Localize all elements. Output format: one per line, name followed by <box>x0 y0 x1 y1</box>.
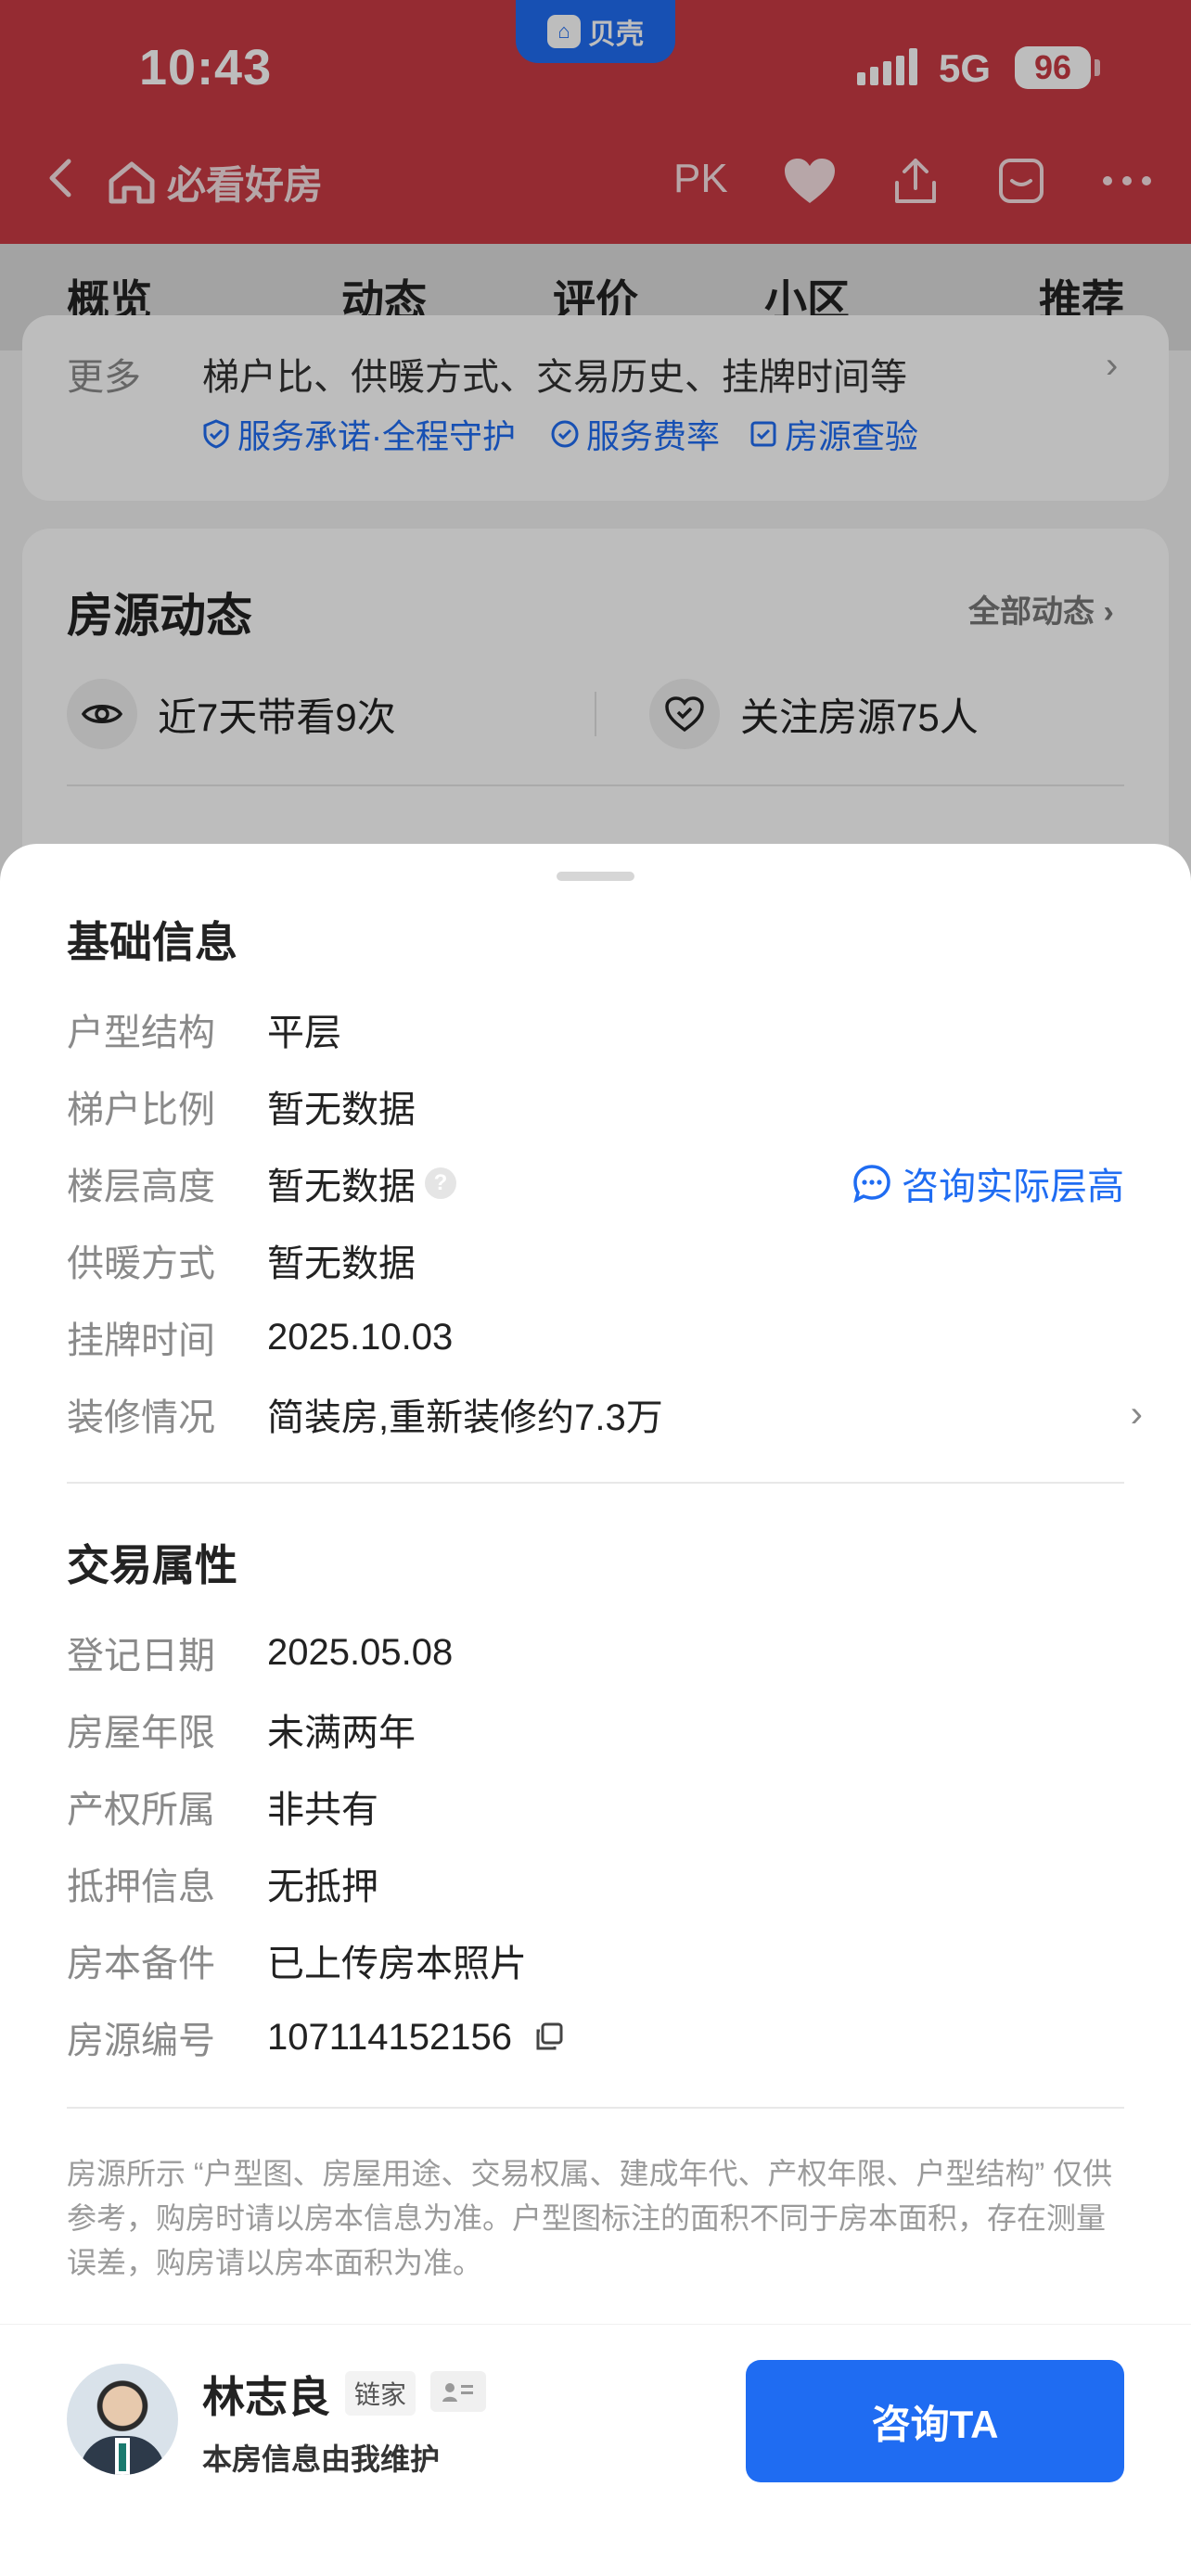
info-label: 梯户比例 <box>67 1090 215 1130</box>
disclaimer-text: 房源所示 “户型图、房屋用途、交易权属、建成年代、产权年限、户型结构” 仅供参考… <box>67 2157 1113 2279</box>
info-value: 平层 <box>267 1013 341 1053</box>
chat-bubble-icon <box>853 1165 890 1204</box>
info-value: 无抵押 <box>267 1867 378 1907</box>
agent-name: 林志良 <box>202 2373 330 2421</box>
info-label: 房屋年限 <box>67 1713 215 1753</box>
info-label: 供暖方式 <box>67 1243 215 1284</box>
info-label: 抵押信息 <box>67 1867 215 1907</box>
sheet-drag-handle[interactable] <box>557 872 634 881</box>
business-card-icon[interactable] <box>430 2371 486 2412</box>
info-row-floor-height: 楼层高度 暂无数据 ? 咨询实际层高 <box>67 1155 1124 1211</box>
info-value: 107114152156 <box>267 2016 512 2058</box>
info-row-layout: 户型结构 平层 <box>67 1001 1124 1057</box>
help-icon[interactable]: ? <box>425 1167 456 1199</box>
agent-avatar[interactable] <box>67 2364 178 2475</box>
section-divider <box>67 1482 1124 1484</box>
info-row-mortgage: 抵押信息 无抵押 <box>67 1855 1124 1911</box>
info-value: 未满两年 <box>267 1713 416 1753</box>
info-value: 暂无数据 <box>267 1167 416 1207</box>
info-value-wrap: 暂无数据 ? <box>267 1156 456 1210</box>
info-value: 2025.10.03 <box>267 1316 454 1358</box>
info-row-property-right: 产权所属 非共有 <box>67 1779 1124 1834</box>
info-label: 房源编号 <box>67 2021 215 2061</box>
info-label: 房本备件 <box>67 1944 215 1984</box>
info-label: 产权所属 <box>67 1790 215 1830</box>
info-row-decoration[interactable]: 装修情况 简装房,重新装修约7.3万 › <box>67 1386 1143 1442</box>
info-value-wrap: 107114152156 <box>267 2017 566 2059</box>
chevron-right-icon: › <box>1130 1393 1143 1435</box>
info-row-ownership-years: 房屋年限 未满两年 <box>67 1702 1124 1757</box>
info-row-elevator-ratio: 梯户比例 暂无数据 <box>67 1078 1124 1134</box>
consult-agent-button[interactable]: 咨询TA <box>746 2360 1124 2482</box>
info-value: 已上传房本照片 <box>267 1944 527 1984</box>
info-row-certificate: 房本备件 已上传房本照片 <box>67 1932 1124 1988</box>
info-label: 挂牌时间 <box>67 1320 215 1361</box>
info-value: 2025.05.08 <box>267 1631 454 1673</box>
info-row-registration-date: 登记日期 2025.05.08 <box>67 1625 1124 1680</box>
info-bottom-sheet: 基础信息 户型结构 平层 梯户比例 暂无数据 楼层高度 暂无数据 ? 咨询实际层… <box>0 844 1191 2576</box>
basic-info-title: 基础信息 <box>67 918 237 966</box>
info-value: 简装房,重新装修约7.3万 <box>267 1397 663 1438</box>
agent-note: 本房信息由我维护 <box>202 2442 441 2476</box>
info-label: 登记日期 <box>67 1636 215 1677</box>
agent-brand-badge: 链家 <box>345 2371 416 2416</box>
trade-attributes-title: 交易属性 <box>67 1541 237 1589</box>
consult-floor-height-link[interactable]: 咨询实际层高 <box>852 1155 1124 1211</box>
info-value: 暂无数据 <box>267 1090 416 1130</box>
info-row-listing-id: 房源编号 107114152156 <box>67 2009 1124 2065</box>
info-label: 户型结构 <box>67 1013 215 1053</box>
agent-bar: 林志良 链家 本房信息由我维护 咨询TA <box>0 2324 1191 2576</box>
info-row-heating: 供暖方式 暂无数据 <box>67 1232 1124 1288</box>
copy-icon[interactable] <box>532 2021 566 2054</box>
info-value: 暂无数据 <box>267 1243 416 1284</box>
info-row-listing-date: 挂牌时间 2025.10.03 <box>67 1309 1124 1365</box>
info-label: 楼层高度 <box>67 1167 215 1207</box>
info-value: 非共有 <box>267 1790 378 1830</box>
consult-floor-height-label: 咨询实际层高 <box>902 1167 1124 1207</box>
section-divider <box>67 2107 1124 2109</box>
info-label: 装修情况 <box>67 1397 215 1438</box>
